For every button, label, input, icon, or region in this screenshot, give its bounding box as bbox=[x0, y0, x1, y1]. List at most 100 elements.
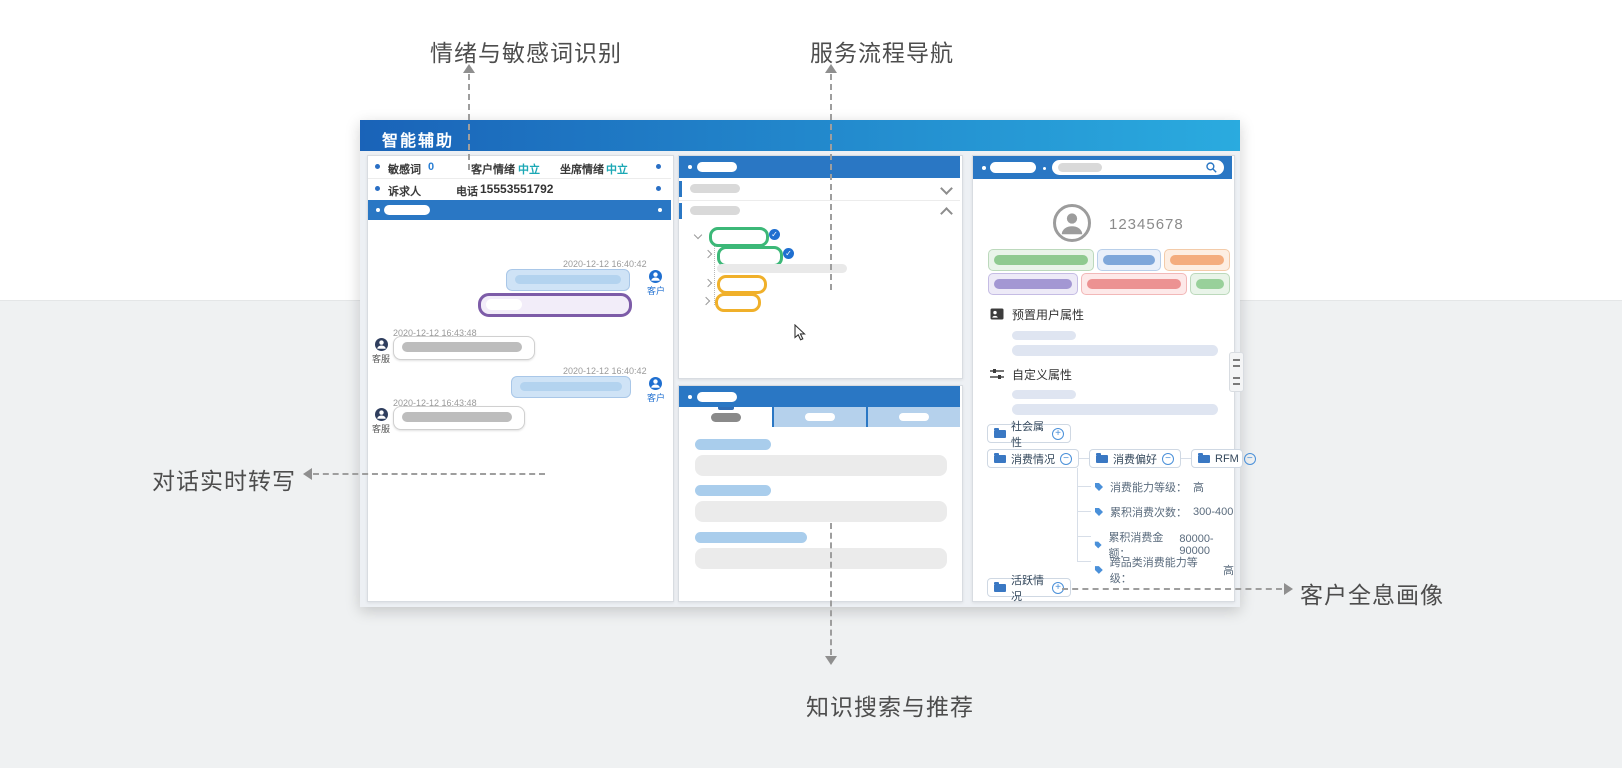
search-icon[interactable] bbox=[1205, 161, 1218, 179]
tag-icon bbox=[1094, 482, 1104, 492]
node-label: 消费偏好 bbox=[1113, 451, 1157, 467]
agent-message-bubble bbox=[393, 336, 535, 360]
result-title-placeholder[interactable] bbox=[695, 439, 771, 450]
user-tag-chip[interactable] bbox=[1097, 249, 1161, 271]
node-label: 活跃情况 bbox=[1011, 572, 1047, 604]
customer-role-label: 客户 bbox=[647, 284, 665, 297]
plus-circle-icon[interactable]: + bbox=[1052, 428, 1064, 440]
minus-circle-icon[interactable]: − bbox=[1244, 453, 1256, 465]
row-accent-bar bbox=[679, 181, 682, 197]
portrait-panel: 12345678 预置用户属性 自定义属性 bbox=[972, 155, 1235, 602]
agent-role-label: 客服 bbox=[372, 422, 390, 435]
search-input[interactable] bbox=[1052, 160, 1224, 175]
result-title-placeholder[interactable] bbox=[695, 532, 807, 543]
attr-value-placeholder bbox=[1012, 345, 1218, 356]
folder-icon bbox=[994, 430, 1006, 438]
node-label: RFM bbox=[1215, 453, 1239, 465]
transcript-section-bar bbox=[368, 200, 671, 220]
tag-icon bbox=[1094, 540, 1102, 550]
annotation-transcription: 对话实时转写 bbox=[152, 462, 296, 496]
panel-title-placeholder bbox=[697, 162, 737, 172]
sensitive-word-count: 0 bbox=[428, 161, 434, 173]
annotation-service-flow: 服务流程导航 bbox=[810, 34, 954, 68]
section-bullet-icon bbox=[982, 166, 986, 170]
chevron-up-icon[interactable] bbox=[940, 207, 953, 220]
tag-value: 高 bbox=[1223, 562, 1234, 578]
flow-node-pending[interactable] bbox=[717, 275, 767, 294]
expander-open-icon[interactable] bbox=[694, 231, 702, 239]
user-avatar-icon bbox=[1053, 204, 1091, 242]
flow-connector-line bbox=[714, 243, 715, 305]
id-card-icon bbox=[990, 307, 1004, 325]
consumption-tag-row: 消费能力等级：高 bbox=[1094, 479, 1204, 495]
attr-value-placeholder bbox=[1012, 404, 1218, 415]
knowledge-panel bbox=[678, 385, 963, 602]
tag-fill bbox=[1170, 255, 1224, 265]
service-flow-panel: ✓ ✓ bbox=[678, 155, 963, 379]
minus-circle-icon[interactable]: − bbox=[1060, 453, 1072, 465]
customer-role-label: 客户 bbox=[647, 391, 665, 404]
agent-avatar-icon bbox=[375, 338, 388, 351]
tab-label-placeholder bbox=[711, 413, 741, 422]
message-text-placeholder bbox=[402, 412, 512, 422]
user-tag-chip[interactable] bbox=[988, 249, 1094, 271]
user-tag-chip[interactable] bbox=[1081, 273, 1187, 295]
screenshot-canvas: 智能辅助 敏感词 0 客户情绪 中立 坐席情绪 中立 诉求人 电话 155535… bbox=[0, 0, 1622, 768]
attr-value-placeholder bbox=[1012, 390, 1076, 399]
attr-value-placeholder bbox=[1012, 331, 1076, 340]
arrow-right-icon bbox=[1284, 583, 1293, 595]
tree-node-activity[interactable]: 活跃情况 + bbox=[987, 578, 1071, 597]
arrow-left-icon bbox=[303, 468, 312, 480]
panel-collapse-handle[interactable] bbox=[1229, 352, 1244, 392]
tab-inactive[interactable] bbox=[774, 407, 866, 427]
expander-closed-icon[interactable] bbox=[704, 250, 712, 258]
tag-fill bbox=[994, 279, 1072, 289]
message-timestamp: 2020-12-12 16:40:42 bbox=[563, 259, 647, 269]
tab-inactive[interactable] bbox=[868, 407, 960, 427]
annotation-sentiment: 情绪与敏感词识别 bbox=[430, 34, 622, 68]
tag-fill bbox=[1103, 255, 1155, 265]
user-tag-chip[interactable] bbox=[988, 273, 1078, 295]
customer-avatar-icon bbox=[649, 270, 662, 283]
result-title-placeholder[interactable] bbox=[695, 485, 771, 496]
arrow-up-icon bbox=[463, 64, 475, 73]
user-tag-chip[interactable] bbox=[1190, 273, 1230, 295]
app-titlebar: 智能辅助 bbox=[360, 120, 1240, 151]
section-bullet-icon bbox=[688, 165, 692, 169]
sliders-icon bbox=[990, 367, 1004, 385]
flow-collapsed-row[interactable] bbox=[679, 178, 960, 201]
chevron-down-icon[interactable] bbox=[940, 182, 953, 195]
tree-node-social[interactable]: 社会属性 + bbox=[987, 424, 1071, 443]
divider-dot-icon bbox=[1043, 167, 1046, 170]
agent-avatar-icon bbox=[375, 408, 388, 421]
flow-node-done[interactable] bbox=[709, 227, 769, 247]
tree-node-preference[interactable]: 消费偏好 − bbox=[1089, 449, 1181, 468]
tree-node-consumption[interactable]: 消费情况 − bbox=[987, 449, 1079, 468]
expander-closed-icon[interactable] bbox=[702, 297, 710, 305]
flow-expanded-row[interactable] bbox=[679, 200, 960, 222]
transcript-panel: 敏感词 0 客户情绪 中立 坐席情绪 中立 诉求人 电话 15553551792 bbox=[367, 155, 674, 602]
preset-attrs-title: 预置用户属性 bbox=[1012, 306, 1084, 323]
tag-fill bbox=[1087, 279, 1181, 289]
consumption-tag-row: 跨品类消费能力等级： 高 bbox=[1094, 554, 1234, 586]
user-tag-chip[interactable] bbox=[1164, 249, 1230, 271]
tag-label: 消费能力等级： bbox=[1110, 479, 1187, 495]
agent-role-label: 客服 bbox=[372, 352, 390, 365]
knowledge-tabbar bbox=[679, 407, 960, 427]
tag-label: 跨品类消费能力等级： bbox=[1110, 554, 1217, 586]
flow-node-pending[interactable] bbox=[715, 293, 761, 312]
tag-value: 300-400 bbox=[1193, 506, 1233, 518]
tree-node-rfm[interactable]: RFM − bbox=[1191, 449, 1243, 468]
chat-transcript-area[interactable]: 2020-12-12 16:40:42 客户 2020-12-12 16:43:… bbox=[368, 220, 671, 599]
node-label: 消费情况 bbox=[1011, 451, 1055, 467]
annotation-knowledge: 知识搜索与推荐 bbox=[806, 688, 974, 722]
tab-active[interactable] bbox=[679, 407, 772, 427]
arrow-up-icon bbox=[825, 64, 837, 73]
handle-glyph bbox=[1233, 383, 1240, 385]
expander-closed-icon[interactable] bbox=[704, 279, 712, 287]
requester-label: 诉求人 bbox=[388, 183, 421, 199]
tag-fill bbox=[1196, 279, 1224, 289]
minus-circle-icon[interactable]: − bbox=[1162, 453, 1174, 465]
row-bullet-icon bbox=[656, 186, 661, 191]
customer-avatar-icon bbox=[649, 377, 662, 390]
